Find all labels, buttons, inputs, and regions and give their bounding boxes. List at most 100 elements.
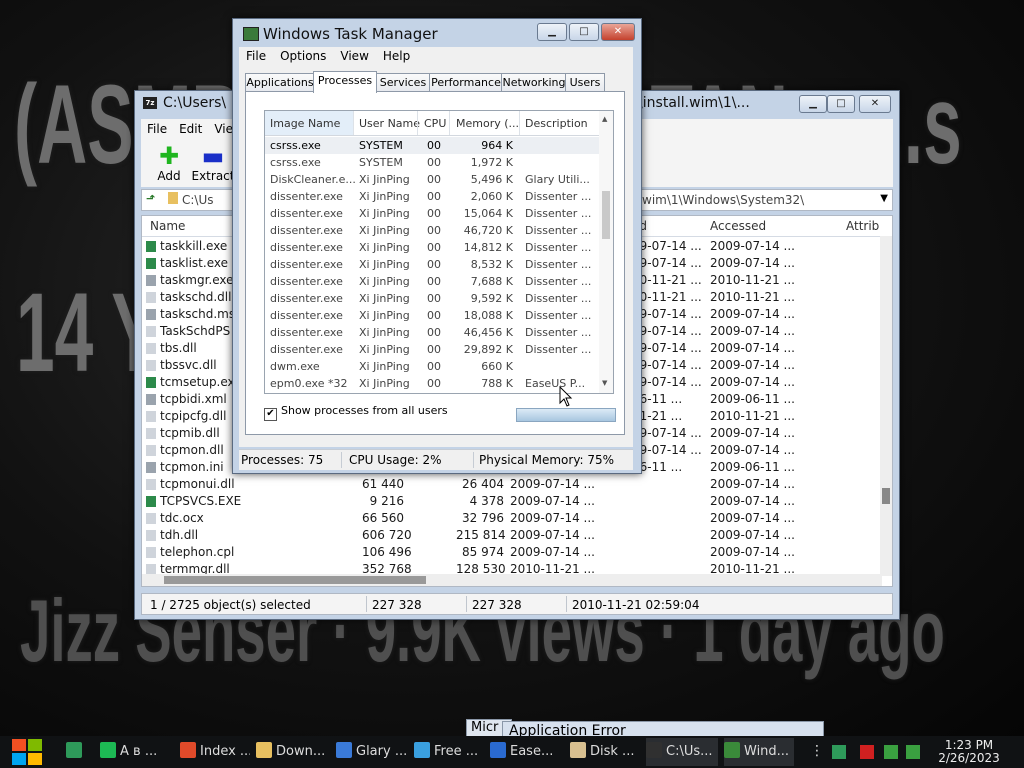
column-description[interactable]: Description	[525, 117, 588, 130]
taskbar-item[interactable]: Disk ...	[570, 738, 640, 766]
process-user-name: SYSTEM	[359, 156, 403, 169]
taskbar-item[interactable]: Index ...	[180, 738, 250, 766]
tab-networking[interactable]: Networking	[501, 73, 567, 92]
column-name[interactable]: Name	[150, 219, 185, 233]
scroll-down-icon[interactable]: ▼	[602, 379, 607, 387]
tab-processes[interactable]: Processes	[313, 71, 377, 93]
vertical-scrollbar[interactable]	[880, 236, 892, 576]
column-user-name[interactable]: User Name	[359, 117, 420, 130]
tab-services[interactable]: Services	[375, 73, 431, 92]
menu-view[interactable]: View	[333, 47, 375, 65]
column-image-name[interactable]: Image Name	[265, 111, 353, 135]
task-manager-titlebar[interactable]: Windows Task Manager ▁ □ ✕	[233, 19, 641, 45]
status-size: 227 328	[372, 598, 422, 612]
volume-icon[interactable]	[906, 745, 920, 759]
file-row[interactable]: tcpmonui.dll 61 440 26 404 2009-07-14 ... 20…	[142, 476, 882, 493]
process-row[interactable]: DiskCleaner.e... Xi JinPing 00 5,496 K Glary…	[265, 171, 601, 188]
taskbar-item[interactable]: Wind...	[724, 738, 794, 766]
process-row[interactable]: dissenter.exe Xi JinPing 00 14,812 K Dissent…	[265, 239, 601, 256]
dll-file-icon	[146, 513, 156, 524]
maximize-button[interactable]: □	[827, 95, 855, 113]
process-scrollbar[interactable]: ▲ ▼	[599, 111, 613, 393]
taskbar-item[interactable]: Down...	[256, 738, 328, 766]
process-user-name: Xi JinPing	[359, 173, 410, 186]
process-row[interactable]: dissenter.exe Xi JinPing 00 8,532 K Dissente…	[265, 256, 601, 273]
scroll-up-icon[interactable]: ▲	[602, 115, 607, 123]
process-image-name: dissenter.exe	[270, 190, 343, 203]
column-attrib[interactable]: Attrib	[846, 219, 879, 233]
process-row[interactable]: dwm.exe Xi JinPing 00 660 K	[265, 358, 601, 375]
menu-help[interactable]: Help	[376, 47, 417, 65]
process-row[interactable]: csrss.exe SYSTEM 00 1,972 K	[265, 154, 601, 171]
task-manager-statusbar: Processes: 75 CPU Usage: 2% Physical Mem…	[239, 449, 633, 470]
task-manager-window[interactable]: Windows Task Manager ▁ □ ✕ File Options Vi…	[232, 18, 642, 474]
process-row[interactable]: dissenter.exe Xi JinPing 00 46,720 K Dissent…	[265, 222, 601, 239]
close-button[interactable]: ✕	[601, 23, 635, 41]
file-accessed: 2009-07-14 ...	[710, 358, 795, 372]
tab-applications[interactable]: Applications	[245, 73, 315, 92]
process-row[interactable]: dissenter.exe Xi JinPing 00 2,060 K Dissente…	[265, 188, 601, 205]
process-row[interactable]: epm0.exe *32 Xi JinPing 00 788 K EaseUS P...	[265, 375, 601, 392]
menu-options[interactable]: Options	[273, 47, 333, 65]
maximize-button[interactable]: □	[569, 23, 599, 41]
file-row[interactable]: telephon.cpl 106 496 85 974 2009-07-14 ... 2…	[142, 544, 882, 561]
taskbar-item[interactable]: Glary ...	[336, 738, 406, 766]
taskbar-item[interactable]: A в ...	[100, 738, 172, 766]
file-modified: 2009-07-14 ...	[510, 528, 595, 542]
scroll-thumb[interactable]	[882, 488, 890, 504]
file-row[interactable]: tdh.dll 606 720 215 814 2009-07-14 ... 2009-…	[142, 527, 882, 544]
show-all-users-checkbox[interactable]: ✔ Show processes from all users	[264, 404, 448, 421]
start-button[interactable]	[10, 737, 44, 767]
horizontal-scrollbar[interactable]	[142, 574, 882, 586]
clock-date: 2/26/2023	[938, 751, 1000, 765]
menu-file[interactable]: File	[141, 119, 173, 139]
column-accessed[interactable]: Accessed	[710, 219, 766, 233]
folder-up-icon[interactable]: ⬏	[146, 192, 162, 205]
scroll-thumb[interactable]	[602, 191, 610, 239]
status-divider	[466, 596, 467, 612]
process-list[interactable]: Image Name User Name CPU Memory (... Des…	[264, 110, 614, 394]
process-row[interactable]: dissenter.exe Xi JinPing 00 15,064 K Dissent…	[265, 205, 601, 222]
scroll-thumb[interactable]	[164, 576, 426, 584]
taskbar-item[interactable]: Free ...	[414, 738, 484, 766]
end-process-button[interactable]	[516, 408, 616, 422]
taskbar-item[interactable]: C:\Us...	[646, 738, 718, 766]
menu-edit[interactable]: Edit	[173, 119, 208, 139]
network-icon[interactable]	[884, 745, 898, 759]
minimize-button[interactable]: ▁	[799, 95, 827, 113]
process-user-name: Xi JinPing	[359, 275, 410, 288]
file-accessed: 2009-06-11 ...	[710, 460, 795, 474]
file-row[interactable]: tdc.ocx 66 560 32 796 2009-07-14 ... 2009-07…	[142, 510, 882, 527]
chevron-down-icon[interactable]: ▼	[880, 193, 888, 204]
process-row[interactable]: dissenter.exe Xi JinPing 00 46,456 K Dissent…	[265, 324, 601, 341]
menu-file[interactable]: File	[239, 47, 273, 65]
minimize-button[interactable]: ▁	[537, 23, 567, 41]
process-row[interactable]: dissenter.exe Xi JinPing 00 7,688 K Dissente…	[265, 273, 601, 290]
close-button[interactable]: ✕	[859, 95, 891, 113]
process-row[interactable]: dissenter.exe Xi JinPing 00 18,088 K Dissent…	[265, 307, 601, 324]
checkbox-checked-icon[interactable]: ✔	[264, 408, 277, 421]
column-memory[interactable]: Memory (...	[456, 117, 519, 130]
process-row[interactable]: dissenter.exe Xi JinPing 00 29,892 K Dissent…	[265, 341, 601, 358]
task-manager-body: Applications Processes Services Performa…	[239, 67, 633, 447]
process-row[interactable]: csrss.exe SYSTEM 00 964 K	[265, 137, 601, 154]
column-cpu[interactable]: CPU	[424, 117, 446, 130]
tray-app-icon[interactable]	[832, 745, 846, 759]
address-path: C:\Us	[182, 193, 214, 207]
taskbar-item-label: Wind...	[744, 744, 790, 759]
tab-performance[interactable]: Performance	[429, 73, 503, 92]
file-row[interactable]: TCPSVCS.EXE 9 216 4 378 2009-07-14 ... 2009-…	[142, 493, 882, 510]
file-modified: 09-07-14 ...	[632, 256, 702, 270]
file-accessed: 2009-07-14 ...	[710, 528, 795, 542]
taskbar-item[interactable]	[66, 738, 96, 766]
file-modified: 09-07-14 ...	[632, 341, 702, 355]
more-icon[interactable]: ⋮	[810, 743, 824, 759]
process-row[interactable]: dissenter.exe Xi JinPing 00 9,592 K Dissente…	[265, 290, 601, 307]
tab-users[interactable]: Users	[565, 73, 605, 92]
process-memory: 7,688 K	[470, 275, 513, 288]
process-cpu: 00	[427, 309, 441, 322]
process-memory: 660 K	[481, 360, 513, 373]
taskbar-item[interactable]: Ease...	[490, 738, 562, 766]
clock[interactable]: 1:23 PM 2/26/2023	[938, 739, 1000, 765]
flag-icon[interactable]	[860, 745, 874, 759]
